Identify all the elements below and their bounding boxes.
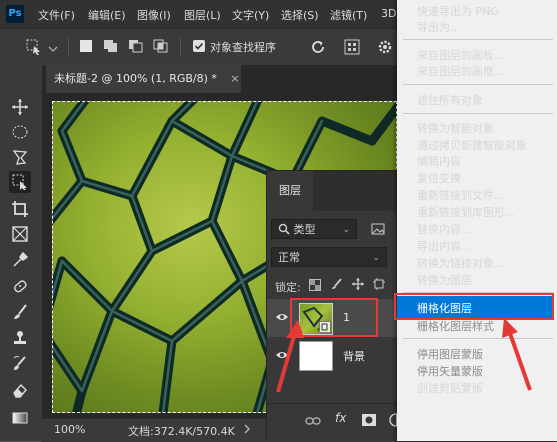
move-tool-icon[interactable] bbox=[9, 96, 31, 118]
lock-position-icon[interactable] bbox=[352, 278, 364, 290]
document-tab[interactable]: 未标题-2 @ 100% (1, RGB/8) * × bbox=[46, 65, 241, 93]
menu-item-create-clipping-mask[interactable]: 创建剪贴蒙版 bbox=[417, 380, 483, 396]
image-filter-icon[interactable] bbox=[371, 222, 385, 236]
menu-select[interactable]: 选择(S) bbox=[281, 7, 319, 23]
chevron-down-icon[interactable] bbox=[48, 43, 58, 52]
add-to-selection-icon[interactable] bbox=[103, 39, 119, 53]
intersect-selection-icon[interactable] bbox=[153, 39, 169, 53]
menu-separator bbox=[403, 84, 553, 85]
search-icon bbox=[278, 222, 290, 235]
menu-item-relink-to-file[interactable]: 重新链接到文件... bbox=[417, 187, 505, 203]
menu-item-convert-to-linked[interactable]: 转换为链接对象... bbox=[417, 255, 505, 271]
menu-item-convert-to-smart-object[interactable]: 转换为智能对象 bbox=[417, 120, 494, 136]
divider bbox=[180, 37, 181, 57]
frame-tool-icon[interactable] bbox=[9, 223, 31, 245]
gradient-tool-icon[interactable] bbox=[9, 407, 31, 429]
layers-panel-footer: fx bbox=[267, 403, 407, 441]
menu-layer[interactable]: 图层(L) bbox=[184, 7, 221, 23]
lasso-tool-icon[interactable] bbox=[9, 146, 31, 168]
menu-item-export-contents[interactable]: 导出内容... bbox=[417, 238, 472, 254]
menu-image[interactable]: 图像(I) bbox=[137, 7, 171, 23]
annotation-arrow-icon bbox=[268, 318, 308, 398]
menu-item-mask-all-objects[interactable]: 遮住所有对象 bbox=[417, 92, 483, 108]
layer-filter-label: 类型 bbox=[293, 223, 316, 236]
photoshop-logo: Ps bbox=[6, 5, 24, 23]
menu-item-convert-to-layers[interactable]: 转换为图层 bbox=[417, 272, 472, 288]
clone-stamp-icon[interactable] bbox=[9, 327, 31, 349]
history-brush-icon[interactable] bbox=[9, 353, 31, 375]
object-selection-tool-icon[interactable] bbox=[26, 39, 42, 55]
elliptical-marquee-icon[interactable] bbox=[9, 121, 31, 143]
lock-artboard-icon[interactable] bbox=[373, 278, 385, 290]
link-layers-icon[interactable] bbox=[305, 415, 321, 427]
menu-type[interactable]: 文字(Y) bbox=[232, 7, 269, 23]
subtract-from-selection-icon[interactable] bbox=[128, 39, 144, 53]
settings-gear-icon[interactable] bbox=[377, 39, 393, 55]
menu-item-relink-to-library-graphic[interactable]: 重新链接到库图形... bbox=[417, 204, 516, 220]
checkbox-checked-icon[interactable] bbox=[193, 40, 205, 52]
crop-tool-icon[interactable] bbox=[9, 198, 31, 220]
layer-name[interactable]: 背景 bbox=[343, 348, 365, 364]
show-objects-icon[interactable] bbox=[344, 39, 360, 55]
menu-item-new-smart-object-via-copy[interactable]: 通过拷贝新建智能对象 bbox=[417, 137, 527, 153]
healing-brush-icon[interactable] bbox=[9, 275, 31, 297]
close-icon[interactable]: × bbox=[230, 72, 239, 85]
tools-panel bbox=[0, 65, 43, 441]
eraser-tool-icon[interactable] bbox=[9, 379, 31, 401]
menu-item-disable-layer-mask: 停用图层蒙版 bbox=[417, 348, 483, 361]
menu-separator bbox=[403, 113, 553, 114]
menu-item-export-as[interactable]: 导出为... bbox=[417, 19, 461, 35]
menu-edit[interactable]: 编辑(E) bbox=[88, 7, 126, 23]
zoom-level[interactable]: 100% bbox=[54, 423, 85, 436]
menu-item-quick-export-png[interactable]: 快速导出为 PNG bbox=[417, 3, 499, 19]
layer-style-fx-button[interactable]: fx bbox=[335, 411, 346, 425]
blend-mode-select[interactable]: 正常 ⌄ bbox=[271, 247, 387, 267]
blend-mode-value: 正常 bbox=[278, 251, 300, 264]
new-selection-icon[interactable] bbox=[80, 40, 92, 52]
menu-item-edit-contents[interactable]: 编辑内容 bbox=[417, 153, 461, 169]
annotation-arrow-icon bbox=[498, 316, 538, 396]
menu-separator bbox=[403, 39, 553, 40]
document-tab-title: 未标题-2 @ 100% (1, RGB/8) * bbox=[54, 72, 217, 85]
document-size-info: 文档:372.4K/570.4K bbox=[128, 425, 235, 438]
menu-file[interactable]: 文件(F) bbox=[38, 7, 75, 23]
menu-3d[interactable]: 3D bbox=[381, 7, 396, 20]
divider bbox=[68, 37, 69, 57]
menu-item-frame-from-layers[interactable]: 来自图层的画框... bbox=[417, 63, 505, 79]
menu-item-artboard-from-layers[interactable]: 来自图层的画板... bbox=[417, 47, 505, 63]
menu-item-replace-contents[interactable]: 替换内容... bbox=[417, 221, 472, 237]
menu-item-disable-vector-mask: 停用矢量蒙版 bbox=[417, 365, 483, 378]
chevron-down-icon: ⌄ bbox=[372, 253, 380, 263]
add-mask-icon[interactable] bbox=[361, 413, 377, 427]
tab-layers[interactable]: 图层 bbox=[267, 171, 313, 211]
lock-image-pixels-icon[interactable] bbox=[331, 278, 343, 290]
brush-tool-icon[interactable] bbox=[9, 301, 31, 323]
object-finder-label[interactable]: 对象查找程序 bbox=[210, 39, 276, 55]
layer-filter-select[interactable]: 类型 ⌄ bbox=[271, 219, 357, 239]
layers-panel-tab-bar: 图层 bbox=[267, 171, 407, 211]
lock-label: 锁定: bbox=[275, 281, 301, 294]
chevron-down-icon: ⌄ bbox=[342, 225, 350, 235]
menu-item-reset-transform[interactable]: 复位变换 bbox=[417, 170, 461, 186]
menu-item-rasterize-layer-style: 栅格化图层样式 bbox=[417, 320, 494, 333]
lock-transparent-pixels-icon[interactable] bbox=[309, 279, 321, 291]
menu-filter[interactable]: 滤镜(T) bbox=[330, 7, 367, 23]
chevron-right-icon[interactable] bbox=[242, 424, 252, 434]
refresh-icon[interactable] bbox=[309, 38, 327, 56]
eyedropper-tool-icon[interactable] bbox=[9, 249, 31, 271]
object-selection-tool-icon[interactable] bbox=[9, 171, 31, 193]
